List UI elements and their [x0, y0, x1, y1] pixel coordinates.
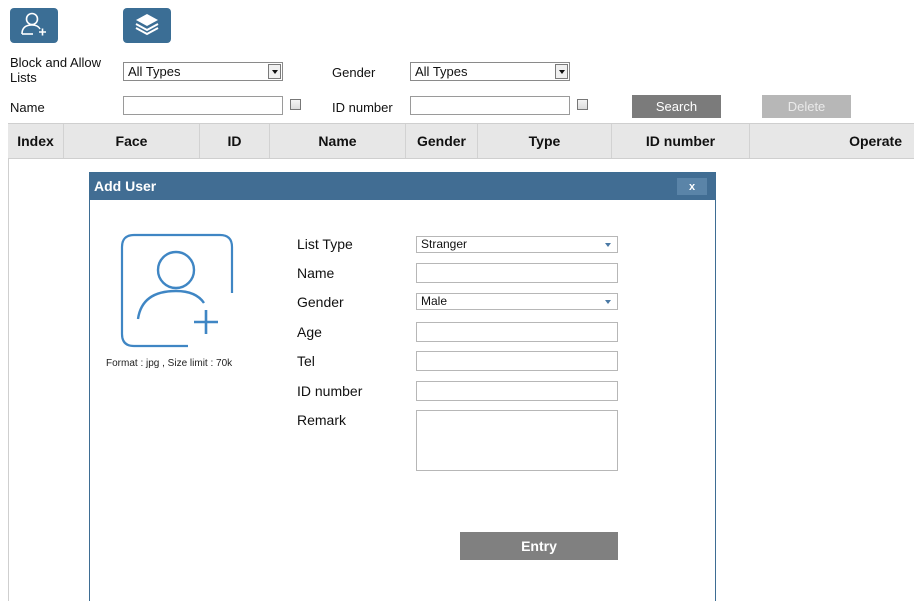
list-filter-label: Block and Allow Lists — [10, 55, 102, 85]
dialog-title: Add User — [94, 178, 157, 194]
column-header-operate: Operate — [849, 133, 902, 149]
close-icon: x — [688, 180, 696, 193]
table-border — [8, 159, 9, 601]
name-search-input[interactable] — [123, 96, 283, 115]
list-type-value: Stranger — [421, 237, 468, 251]
table-header: Index Face ID Name Gender Type ID number… — [8, 123, 914, 159]
column-header-id: ID — [200, 124, 270, 158]
add-user-dialog: Add User x Format : jpg , Size limit : 7… — [89, 172, 716, 601]
layers-icon — [134, 12, 160, 39]
id-number-field[interactable] — [416, 381, 618, 401]
name-fuzzy-checkbox[interactable] — [290, 99, 301, 110]
column-header-type: Type — [478, 124, 612, 158]
remark-label: Remark — [297, 412, 347, 428]
column-header-gender: Gender — [406, 124, 478, 158]
add-user-button[interactable] — [10, 8, 58, 43]
add-user-icon — [19, 11, 49, 40]
list-type-dropdown[interactable]: Stranger — [416, 236, 618, 253]
add-photo-icon — [120, 233, 234, 348]
list-type-label: List Type — [297, 236, 353, 252]
chevron-down-icon — [555, 64, 568, 79]
column-header-name: Name — [270, 124, 406, 158]
gender-value: Male — [421, 294, 448, 308]
batch-add-button[interactable] — [123, 8, 171, 43]
column-header-face: Face — [64, 124, 200, 158]
age-label: Age — [297, 324, 322, 340]
age-field[interactable] — [416, 322, 618, 342]
list-type-select-value: All Types — [128, 64, 181, 79]
column-header-id-number: ID number — [612, 124, 750, 158]
chevron-down-icon — [605, 300, 611, 304]
photo-format-hint: Format : jpg , Size limit : 70k — [106, 358, 233, 369]
tel-field[interactable] — [416, 351, 618, 371]
name-label: Name — [297, 265, 335, 281]
close-button[interactable]: x — [677, 178, 707, 195]
gender-label: Gender — [297, 294, 344, 310]
photo-upload-box[interactable] — [120, 233, 234, 348]
remark-textarea[interactable] — [416, 410, 618, 471]
gender-dropdown[interactable]: Male — [416, 293, 618, 310]
column-header-index: Index — [8, 124, 64, 158]
name-filter-label: Name — [10, 100, 45, 115]
search-button[interactable]: Search — [632, 95, 721, 118]
delete-button[interactable]: Delete — [762, 95, 851, 118]
chevron-down-icon — [605, 243, 611, 247]
name-field[interactable] — [416, 263, 618, 283]
gender-filter-label: Gender — [332, 65, 376, 80]
list-type-select[interactable]: All Types — [123, 62, 283, 81]
tel-label: Tel — [297, 353, 315, 369]
id-number-label: ID number — [297, 383, 363, 399]
id-fuzzy-checkbox[interactable] — [577, 99, 588, 110]
gender-select[interactable]: All Types — [410, 62, 570, 81]
entry-button[interactable]: Entry — [460, 532, 618, 560]
id-search-input[interactable] — [410, 96, 570, 115]
id-filter-label: ID number — [332, 100, 393, 115]
dialog-title-bar[interactable]: Add User x — [90, 173, 715, 200]
gender-select-value: All Types — [415, 64, 468, 79]
chevron-down-icon — [268, 64, 281, 79]
